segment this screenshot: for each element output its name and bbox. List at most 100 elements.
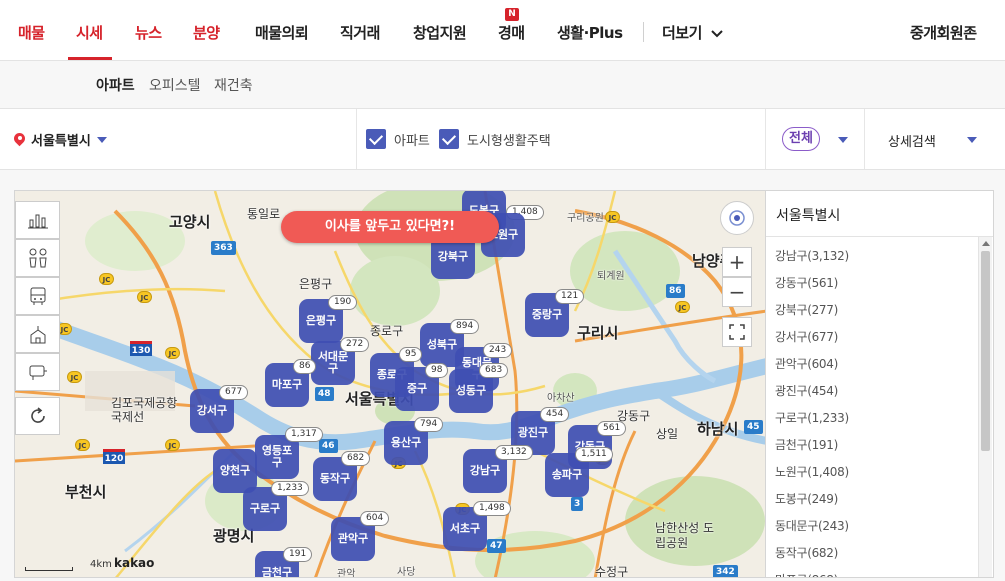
district-count: 682: [341, 451, 371, 466]
bus-icon[interactable]: [15, 277, 60, 315]
dropdown-arrow-icon: [96, 136, 107, 143]
route-86-badge: 86: [666, 284, 685, 298]
map-label: 구리시: [577, 324, 619, 342]
dropdown-arrow-icon[interactable]: [838, 137, 848, 143]
nav-item-life-plus[interactable]: 생활·Plus: [557, 22, 623, 43]
nav-item-listing-request[interactable]: 매물의뢰: [255, 22, 309, 43]
urban-housing-checkbox[interactable]: 도시형생활주택: [439, 129, 551, 149]
district-name: 마포구: [271, 378, 303, 391]
region-select[interactable]: 서울특별시: [14, 130, 107, 149]
scale-bar: [25, 567, 73, 571]
district-name: 중구: [406, 382, 428, 395]
tab-officetel[interactable]: 오피스텔: [149, 75, 201, 95]
district-count: 794: [414, 417, 444, 432]
district-name: 강북구: [437, 250, 469, 263]
map-view[interactable]: 고양시 통일로 은평구 종로구 서울특별시 구리시 남양주 하남시 부천시 광명…: [14, 190, 766, 578]
location-pin-icon: [14, 133, 25, 147]
district-name: 동작구: [319, 472, 351, 485]
nav-item-prices[interactable]: 시세: [76, 22, 103, 43]
nav-item-startup-support[interactable]: 창업지원: [413, 22, 467, 43]
district-count: 1,233: [271, 481, 309, 496]
filter-divider: [765, 109, 766, 169]
dropdown-arrow-icon[interactable]: [967, 137, 977, 143]
district-count: 190: [328, 295, 358, 310]
nav-item-news[interactable]: 뉴스: [135, 22, 162, 43]
list-item[interactable]: 강서구(677): [775, 324, 849, 351]
route-363-badge: 363: [211, 241, 236, 255]
tab-apartment[interactable]: 아파트: [96, 75, 135, 95]
list-item[interactable]: 강동구(561): [775, 270, 849, 297]
moving-promo-banner[interactable]: 이사를 앞두고 있다면?!: [281, 211, 499, 243]
filter-bar: 서울특별시 아파트 도시형생활주택 전체 상세검색: [0, 109, 1005, 170]
map-label: 김포국제공항 국제선: [111, 396, 178, 424]
list-item[interactable]: 강남구(3,132): [775, 243, 849, 270]
list-item[interactable]: 금천구(191): [775, 432, 849, 459]
map-label: 통일로: [247, 207, 281, 221]
top-nav: 매물 시세 뉴스 분양 매물의뢰 직거래 창업지원 N 경매 생활·Plus 더…: [0, 0, 1005, 61]
refresh-icon[interactable]: [15, 397, 60, 435]
district-count: 121: [555, 289, 585, 304]
district-count: 1,511: [575, 447, 613, 462]
district-count: 86: [293, 359, 317, 374]
broker-member-zone-link[interactable]: 중개회원존: [910, 22, 977, 43]
list-item[interactable]: 마포구(868): [775, 567, 849, 577]
filter-divider: [356, 109, 357, 169]
district-name: 서초구: [449, 522, 481, 535]
nav-active-indicator: [68, 57, 112, 60]
district-count: 561: [597, 421, 627, 436]
junction-marker: JC: [67, 371, 82, 383]
district-name: 성동구: [455, 384, 487, 397]
district-count: 95: [399, 347, 423, 362]
all-filter-pill[interactable]: 전체: [782, 127, 820, 151]
filter-divider: [864, 109, 865, 169]
expressway-130-badge: 130: [130, 341, 152, 356]
list-item[interactable]: 동대문구(243): [775, 513, 849, 540]
tab-reconstruction[interactable]: 재건축: [214, 75, 253, 95]
school-icon[interactable]: [15, 315, 60, 353]
nav-item-direct-deal[interactable]: 직거래: [340, 22, 380, 43]
district-name: 은평구: [305, 314, 337, 327]
route-47-badge: 47: [487, 539, 506, 553]
list-item[interactable]: 관악구(604): [775, 351, 849, 378]
chart-icon[interactable]: [15, 201, 60, 239]
route-45-badge: 45: [744, 420, 763, 434]
district-name: 강남구: [469, 464, 501, 477]
district-name: 광진구: [517, 426, 549, 439]
route-48-badge: 48: [315, 387, 334, 401]
district-list: 강남구(3,132) 강동구(561) 강북구(277) 강서구(677) 관악…: [775, 243, 849, 577]
list-item[interactable]: 노원구(1,408): [775, 459, 849, 486]
district-name: 양천구: [219, 464, 251, 477]
nav-item-presale[interactable]: 분양: [193, 22, 220, 43]
checkbox-checked-icon: [366, 129, 386, 149]
map-label: 고양시: [169, 213, 211, 231]
list-item[interactable]: 구로구(1,233): [775, 405, 849, 432]
district-name: 서대문구: [317, 350, 349, 375]
district-count: 683: [479, 363, 509, 378]
district-name: 금천구: [261, 566, 293, 578]
list-item[interactable]: 동작구(682): [775, 540, 849, 567]
fullscreen-icon[interactable]: [722, 317, 752, 347]
scroll-up-arrow-icon[interactable]: [982, 241, 990, 246]
people-icon[interactable]: [15, 239, 60, 277]
nav-separator: [643, 22, 644, 42]
district-name: 중랑구: [531, 308, 563, 321]
list-item[interactable]: 광진구(454): [775, 378, 849, 405]
detail-search-button[interactable]: 상세검색: [888, 131, 936, 150]
my-location-icon[interactable]: [720, 201, 754, 235]
scrollbar-thumb[interactable]: [981, 251, 990, 451]
apartment-checkbox[interactable]: 아파트: [366, 129, 430, 149]
list-item[interactable]: 도봉구(249): [775, 486, 849, 513]
list-item[interactable]: 강북구(277): [775, 297, 849, 324]
district-count: 454: [540, 407, 570, 422]
map-label: 사당: [397, 567, 416, 578]
zoom-in-icon[interactable]: +: [722, 247, 752, 277]
nav-item-auction[interactable]: 경매: [498, 22, 525, 43]
nav-item-more[interactable]: 더보기: [662, 22, 723, 43]
panel-scrollbar[interactable]: [978, 237, 992, 577]
convenience-icon[interactable]: [15, 353, 60, 391]
route-46-badge: 46: [319, 439, 338, 453]
zoom-out-icon[interactable]: −: [722, 277, 752, 307]
district-name: 영등포구: [261, 444, 293, 469]
nav-item-listings[interactable]: 매물: [18, 22, 45, 43]
district-count: 894: [450, 319, 480, 334]
